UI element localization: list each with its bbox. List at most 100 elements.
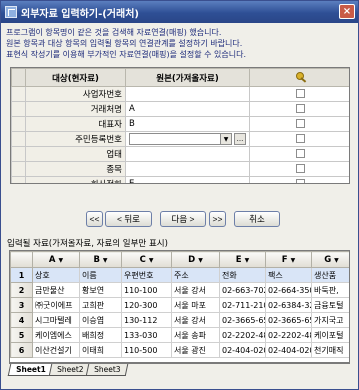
- row-number[interactable]: 3: [10, 297, 33, 313]
- grid-column-header[interactable]: E ▼: [219, 251, 266, 268]
- grid-column-header[interactable]: C ▼: [121, 251, 172, 268]
- grid-row[interactable]: 2 금만물산 황보연 110-100 서울 강서 02-663-702 02-664-350…: [10, 282, 349, 298]
- grid-cell[interactable]: 서울 강서: [171, 312, 220, 328]
- grid-cell[interactable]: 가지국고: [311, 312, 349, 328]
- expression-checkbox[interactable]: [296, 179, 306, 183]
- grid-row[interactable]: 6 이산건설기 이태희 110-500 서울 광진 02-404-020 02-404-02…: [10, 342, 349, 358]
- expression-column-header[interactable]: [249, 68, 349, 87]
- source-cell[interactable]: [124, 86, 251, 102]
- row-number[interactable]: 6: [10, 342, 33, 358]
- row-number[interactable]: 2: [10, 282, 33, 298]
- grid-cell[interactable]: 금만물산: [32, 282, 80, 298]
- chevron-down-icon[interactable]: ▼: [58, 257, 63, 264]
- preview-grid[interactable]: A ▼ B ▼ C ▼ D ▼ E ▼ F ▼ G ▼ 1 상호 이름 우편번호 주소 전화 팩스 생산품 2 금만물산 황보…: [9, 250, 350, 363]
- grid-cell[interactable]: 133-030: [121, 327, 172, 343]
- next-button[interactable]: 다음 >: [160, 211, 206, 227]
- grid-cell[interactable]: 이산건설기: [32, 342, 80, 358]
- source-combo-cell[interactable]: ▼ ...: [124, 131, 251, 147]
- expression-checkbox[interactable]: [296, 149, 306, 158]
- source-cell[interactable]: [124, 146, 251, 162]
- grid-row[interactable]: 3 ㈜굿이에프 고희판 120-300 서울 마포 02-711-210 02-6384-3…: [10, 297, 349, 313]
- grid-row[interactable]: 5 케이엠에스 배희정 133-030 서울 송파 02-2202-48 02-2202-4…: [10, 327, 349, 343]
- chevron-down-icon[interactable]: ▼: [291, 257, 296, 264]
- grid-cell[interactable]: 02-2202-48: [219, 327, 266, 343]
- grid-cell[interactable]: 02-3665-65: [265, 312, 312, 328]
- first-button[interactable]: <<: [86, 211, 103, 227]
- expression-cell[interactable]: [249, 161, 349, 177]
- grid-cell[interactable]: 02-6384-32: [265, 297, 312, 313]
- grid-cell[interactable]: 우편번호: [121, 267, 172, 283]
- grid-row[interactable]: 4 시그마텔레 이승엽 130-112 서울 강서 02-3665-65 02-3665-6…: [10, 312, 349, 328]
- grid-column-header[interactable]: G ▼: [311, 251, 349, 268]
- grid-cell[interactable]: 130-112: [121, 312, 172, 328]
- expression-cell[interactable]: [249, 146, 349, 162]
- sheet-tab[interactable]: Sheet3: [85, 364, 129, 376]
- close-button[interactable]: ×: [339, 4, 355, 19]
- grid-cell[interactable]: 서울 송파: [171, 327, 220, 343]
- more-button[interactable]: ...: [234, 133, 247, 145]
- grid-column-header[interactable]: D ▼: [171, 251, 220, 268]
- chevron-down-icon[interactable]: ▼: [198, 257, 203, 264]
- grid-cell[interactable]: 02-663-702: [219, 282, 266, 298]
- source-cell[interactable]: E: [124, 176, 251, 183]
- chevron-down-icon[interactable]: ▼: [149, 257, 154, 264]
- source-cell[interactable]: A: [124, 101, 251, 117]
- chevron-down-icon[interactable]: ▼: [334, 257, 339, 264]
- mapping-row[interactable]: 회사전화 E: [11, 176, 349, 183]
- grid-cell[interactable]: 시그마텔레: [32, 312, 80, 328]
- source-cell[interactable]: [124, 161, 251, 177]
- grid-cell[interactable]: 바둑판,: [311, 282, 349, 298]
- key-icon[interactable]: [295, 72, 307, 83]
- row-number[interactable]: 4: [10, 312, 33, 328]
- sheet-tab[interactable]: Sheet1: [7, 364, 54, 376]
- expression-cell[interactable]: [249, 86, 349, 102]
- grid-column-header[interactable]: B ▼: [79, 251, 122, 268]
- grid-cell[interactable]: 고희판: [79, 297, 122, 313]
- grid-column-header[interactable]: A ▼: [32, 251, 80, 268]
- grid-column-header[interactable]: F ▼: [265, 251, 312, 268]
- mapping-row[interactable]: 업태: [11, 146, 349, 162]
- source-combo[interactable]: [129, 133, 222, 145]
- chevron-down-icon[interactable]: ▼: [103, 257, 108, 264]
- grid-cell[interactable]: 황보연: [79, 282, 122, 298]
- grid-cell[interactable]: 110-500: [121, 342, 172, 358]
- source-cell[interactable]: B: [124, 116, 251, 132]
- grid-corner[interactable]: [10, 251, 33, 268]
- grid-cell[interactable]: 02-664-350: [265, 282, 312, 298]
- cancel-button[interactable]: 취소: [234, 211, 280, 227]
- grid-cell[interactable]: 02-3665-65: [219, 312, 266, 328]
- expression-cell[interactable]: [249, 116, 349, 132]
- expression-cell[interactable]: [249, 131, 349, 147]
- back-button[interactable]: < 뒤로: [105, 211, 152, 227]
- expression-checkbox[interactable]: [296, 164, 306, 173]
- mapping-row[interactable]: 주민등록번호 ▼ ...: [11, 131, 349, 147]
- grid-cell[interactable]: 서울 광진: [171, 342, 220, 358]
- expression-checkbox[interactable]: [296, 104, 306, 113]
- expression-checkbox[interactable]: [296, 89, 306, 98]
- grid-cell[interactable]: 배희정: [79, 327, 122, 343]
- grid-cell[interactable]: 02-404-020: [265, 342, 312, 358]
- grid-cell[interactable]: 02-2202-48: [265, 327, 312, 343]
- grid-cell[interactable]: 02-711-210: [219, 297, 266, 313]
- grid-cell[interactable]: 금융토털: [311, 297, 349, 313]
- row-number[interactable]: 5: [10, 327, 33, 343]
- grid-cell[interactable]: 천기매직: [311, 342, 349, 358]
- grid-cell[interactable]: 케이포털: [311, 327, 349, 343]
- chevron-down-icon[interactable]: ▼: [221, 133, 233, 145]
- grid-cell[interactable]: 상호: [32, 267, 80, 283]
- chevron-down-icon[interactable]: ▼: [245, 257, 250, 264]
- grid-row[interactable]: 1 상호 이름 우편번호 주소 전화 팩스 생산품: [10, 267, 349, 283]
- grid-cell[interactable]: 서울 강서: [171, 282, 220, 298]
- mapping-row[interactable]: 사업자번호: [11, 86, 349, 102]
- grid-cell[interactable]: 이름: [79, 267, 122, 283]
- grid-cell[interactable]: 서울 마포: [171, 297, 220, 313]
- grid-cell[interactable]: 생산품: [311, 267, 349, 283]
- grid-cell[interactable]: 주소: [171, 267, 220, 283]
- expression-cell[interactable]: [249, 101, 349, 117]
- grid-cell[interactable]: ㈜굿이에프: [32, 297, 80, 313]
- grid-cell[interactable]: 팩스: [265, 267, 312, 283]
- grid-cell[interactable]: 이태희: [79, 342, 122, 358]
- mapping-row[interactable]: 대표자 B: [11, 116, 349, 132]
- expression-cell[interactable]: [249, 176, 349, 183]
- grid-cell[interactable]: 케이엠에스: [32, 327, 80, 343]
